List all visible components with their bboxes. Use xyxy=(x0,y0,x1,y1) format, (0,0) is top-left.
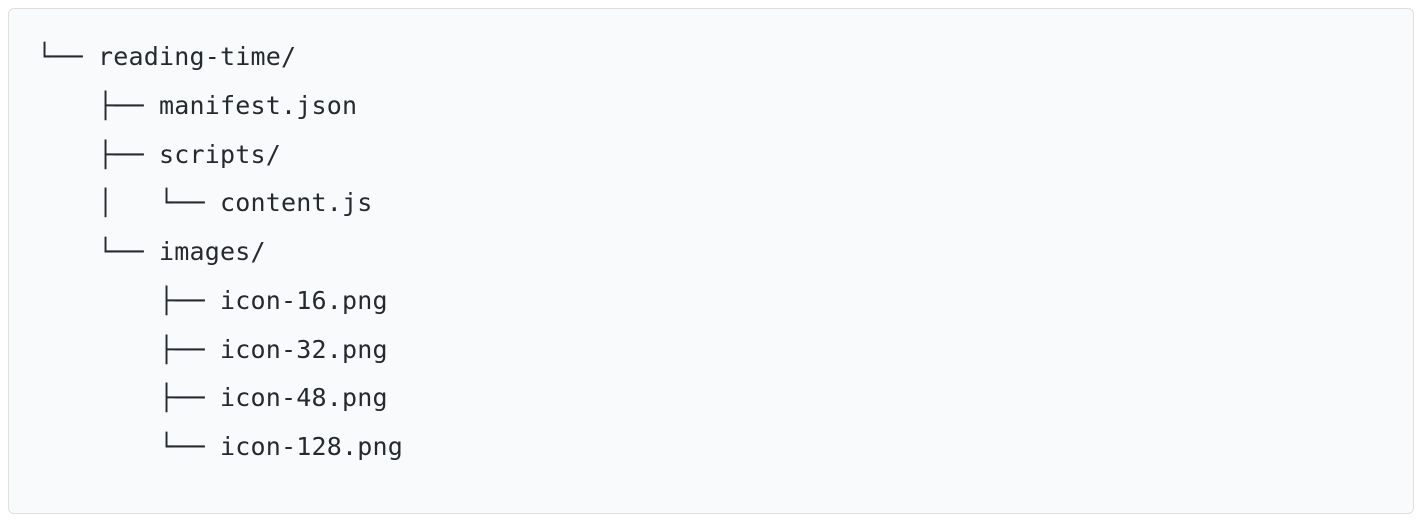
tree-line: │ └── content.js xyxy=(37,179,1385,228)
tree-line: └── images/ xyxy=(37,228,1385,277)
tree-line: └── reading-time/ xyxy=(37,33,1385,82)
tree-line: ├── scripts/ xyxy=(37,131,1385,180)
tree-line: ├── icon-16.png xyxy=(37,277,1385,326)
directory-tree-block: └── reading-time/ ├── manifest.json ├── … xyxy=(8,8,1414,514)
tree-line: └── icon-128.png xyxy=(37,423,1385,472)
tree-line: ├── icon-48.png xyxy=(37,374,1385,423)
tree-line: ├── manifest.json xyxy=(37,82,1385,131)
tree-line: ├── icon-32.png xyxy=(37,326,1385,375)
